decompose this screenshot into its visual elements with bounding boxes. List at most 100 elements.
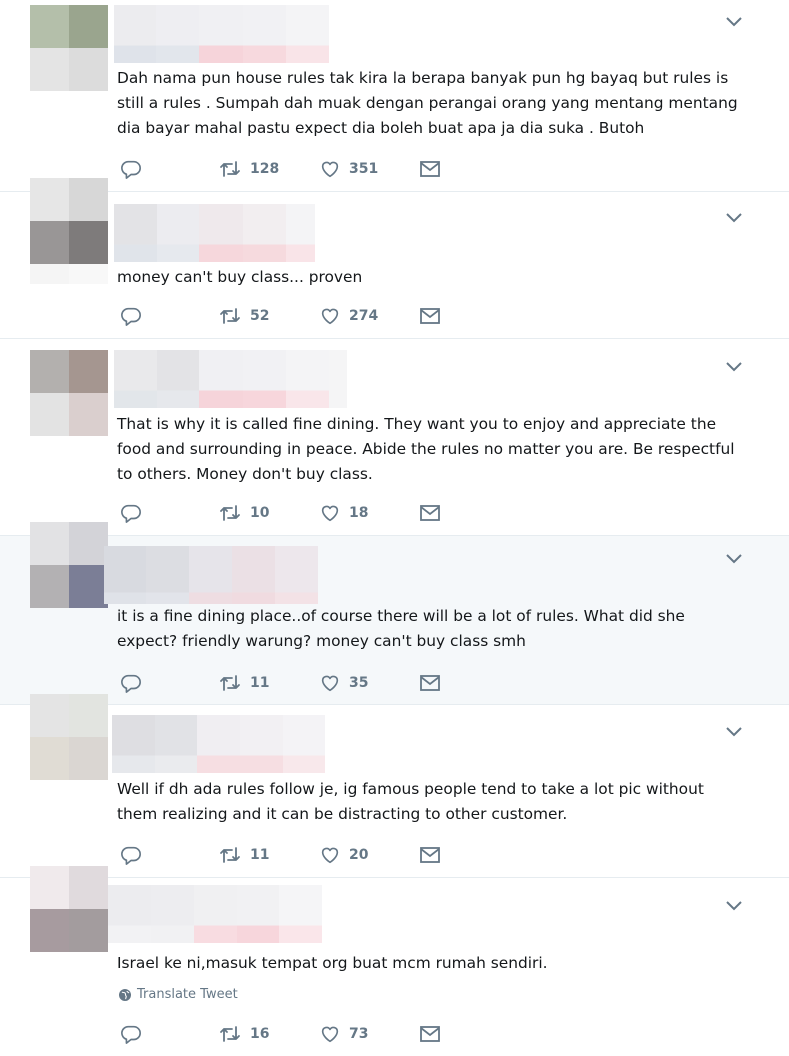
reply-button[interactable] [120, 671, 142, 695]
retweet-icon [220, 505, 240, 521]
tweet-text: Dah nama pun house rules tak kira la ber… [117, 69, 738, 137]
retweet-icon [220, 847, 240, 863]
direct-message-button[interactable] [418, 157, 442, 181]
heart-icon [321, 675, 339, 692]
like-count: 18 [349, 505, 369, 521]
tweet-actions: 11 20 [120, 843, 460, 867]
retweet-count: 11 [250, 675, 270, 691]
tweet-text: Israel ke ni,masuk tempat org buat mcm r… [117, 954, 548, 972]
retweet-icon [220, 1026, 240, 1042]
like-button[interactable]: 20 [319, 843, 368, 867]
direct-message-button[interactable] [418, 671, 442, 695]
chevron-down-icon[interactable] [725, 16, 743, 28]
tweet-actions: 11 35 [120, 671, 460, 695]
reply-button[interactable] [120, 1022, 142, 1046]
username-redacted [104, 546, 318, 604]
envelope-icon [420, 161, 440, 177]
envelope-icon [420, 505, 440, 521]
reply-button[interactable] [120, 157, 142, 181]
avatar[interactable] [30, 5, 108, 91]
tweet-actions: 52 274 [120, 304, 460, 328]
heart-icon [321, 505, 339, 522]
retweet-count: 11 [250, 847, 270, 863]
tweet[interactable]: it is a fine dining place..of course the… [0, 522, 789, 705]
chevron-down-icon[interactable] [725, 553, 743, 565]
avatar-lower [30, 264, 108, 304]
avatar[interactable] [30, 522, 108, 608]
like-button[interactable]: 351 [319, 157, 378, 181]
translate-label: Translate Tweet [137, 987, 238, 1002]
username-redacted [108, 885, 322, 943]
heart-icon [321, 1026, 339, 1043]
tweet[interactable]: Well if dh ada rules follow je, ig famou… [0, 694, 789, 878]
like-button[interactable]: 35 [319, 671, 368, 695]
retweet-icon [220, 308, 240, 324]
like-button[interactable]: 274 [319, 304, 378, 328]
direct-message-button[interactable] [418, 501, 442, 525]
tweet[interactable]: Dah nama pun house rules tak kira la ber… [0, 0, 789, 192]
retweet-button[interactable]: 16 [218, 1022, 269, 1046]
tweet[interactable]: That is why it is called fine dining. Th… [0, 339, 789, 536]
tweet-text: That is why it is called fine dining. Th… [117, 415, 735, 483]
tweet[interactable]: money can't buy class... proven 52 274 [0, 178, 789, 339]
translate-tweet-link[interactable]: Translate Tweet [118, 987, 238, 1002]
avatar[interactable] [30, 178, 108, 264]
reply-icon [121, 846, 141, 865]
envelope-icon [420, 308, 440, 324]
like-count: 73 [349, 1026, 369, 1042]
avatar[interactable] [30, 350, 108, 436]
reply-icon [121, 1025, 141, 1044]
reply-button[interactable] [120, 843, 142, 867]
retweet-count: 16 [250, 1026, 270, 1042]
chevron-down-icon[interactable] [725, 361, 743, 373]
reply-icon [121, 674, 141, 693]
retweet-icon [220, 161, 240, 177]
retweet-button[interactable]: 128 [218, 157, 279, 181]
like-count: 35 [349, 675, 369, 691]
reply-button[interactable] [120, 304, 142, 328]
username-redacted [114, 204, 315, 262]
retweet-count: 10 [250, 505, 270, 521]
heart-icon [321, 308, 339, 325]
retweet-count: 128 [250, 161, 280, 177]
reply-icon [121, 307, 141, 326]
envelope-icon [420, 1026, 440, 1042]
like-button[interactable]: 73 [319, 1022, 368, 1046]
retweet-icon [220, 675, 240, 691]
direct-message-button[interactable] [418, 304, 442, 328]
like-button[interactable]: 18 [319, 501, 368, 525]
chevron-down-icon[interactable] [725, 212, 743, 224]
heart-icon [321, 161, 339, 178]
reply-button[interactable] [120, 501, 142, 525]
tweet-text: money can't buy class... proven [117, 268, 363, 286]
retweet-button[interactable]: 11 [218, 843, 269, 867]
avatar[interactable] [30, 866, 108, 952]
reply-icon [121, 504, 141, 523]
tweet-actions: 128 351 [120, 157, 460, 181]
username-redacted [114, 5, 329, 63]
chevron-down-icon[interactable] [725, 726, 743, 738]
tweet-actions: 10 18 [120, 501, 460, 525]
username-redacted [114, 350, 347, 408]
like-count: 274 [349, 308, 379, 324]
tweet-actions: 16 73 [120, 1022, 460, 1046]
avatar[interactable] [30, 694, 108, 780]
tweet[interactable]: Israel ke ni,masuk tempat org buat mcm r… [0, 866, 789, 1056]
reply-icon [121, 160, 141, 179]
tweet-text: it is a fine dining place..of course the… [117, 607, 685, 650]
tweet-text: Well if dh ada rules follow je, ig famou… [117, 780, 704, 823]
like-count: 351 [349, 161, 379, 177]
heart-icon [321, 847, 339, 864]
retweet-count: 52 [250, 308, 270, 324]
chevron-down-icon[interactable] [725, 900, 743, 912]
globe-icon [119, 988, 131, 1001]
envelope-icon [420, 675, 440, 691]
envelope-icon [420, 847, 440, 863]
retweet-button[interactable]: 11 [218, 671, 269, 695]
like-count: 20 [349, 847, 369, 863]
username-redacted [112, 715, 325, 773]
direct-message-button[interactable] [418, 843, 442, 867]
retweet-button[interactable]: 52 [218, 304, 269, 328]
retweet-button[interactable]: 10 [218, 501, 269, 525]
direct-message-button[interactable] [418, 1022, 442, 1046]
